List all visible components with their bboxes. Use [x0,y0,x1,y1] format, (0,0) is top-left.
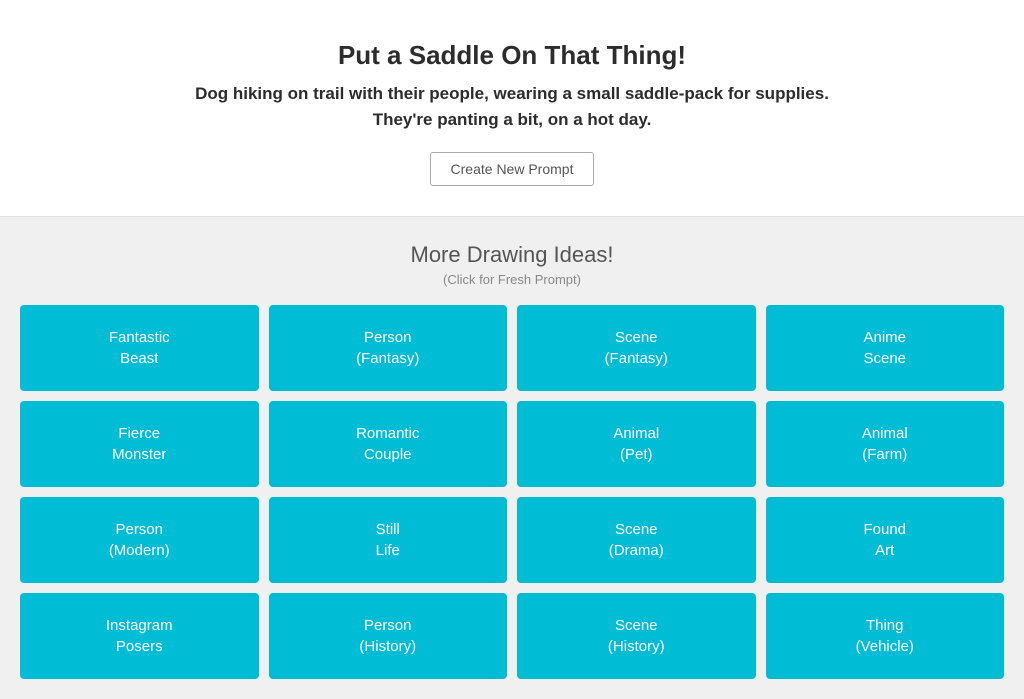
drawing-card[interactable]: Person (Fantasy) [269,305,508,391]
drawing-card[interactable]: Person (Modern) [20,497,259,583]
drawing-card[interactable]: Scene (Drama) [517,497,756,583]
drawing-card[interactable]: Person (History) [269,593,508,679]
drawing-card[interactable]: Animal (Pet) [517,401,756,487]
section-title: More Drawing Ideas! [20,242,1004,268]
drawing-card[interactable]: Scene (Fantasy) [517,305,756,391]
subtitle-line1: Dog hiking on trail with their people, w… [195,84,829,103]
drawing-card[interactable]: Instagram Posers [20,593,259,679]
drawing-ideas-section: More Drawing Ideas! (Click for Fresh Pro… [0,217,1024,699]
drawing-card[interactable]: Still Life [269,497,508,583]
section-subtitle: (Click for Fresh Prompt) [20,272,1004,287]
drawing-card[interactable]: Fantastic Beast [20,305,259,391]
drawing-card[interactable]: Scene (History) [517,593,756,679]
subtitle: Dog hiking on trail with their people, w… [20,81,1004,132]
drawing-card[interactable]: Fierce Monster [20,401,259,487]
create-new-prompt-button[interactable]: Create New Prompt [430,152,595,186]
main-title: Put a Saddle On That Thing! [20,40,1004,71]
cards-grid: Fantastic BeastPerson (Fantasy)Scene (Fa… [20,305,1004,679]
drawing-card[interactable]: Romantic Couple [269,401,508,487]
subtitle-line2: They're panting a bit, on a hot day. [373,110,652,129]
drawing-card[interactable]: Animal (Farm) [766,401,1005,487]
drawing-card[interactable]: Found Art [766,497,1005,583]
drawing-card[interactable]: Thing (Vehicle) [766,593,1005,679]
drawing-card[interactable]: Anime Scene [766,305,1005,391]
header-section: Put a Saddle On That Thing! Dog hiking o… [0,0,1024,217]
